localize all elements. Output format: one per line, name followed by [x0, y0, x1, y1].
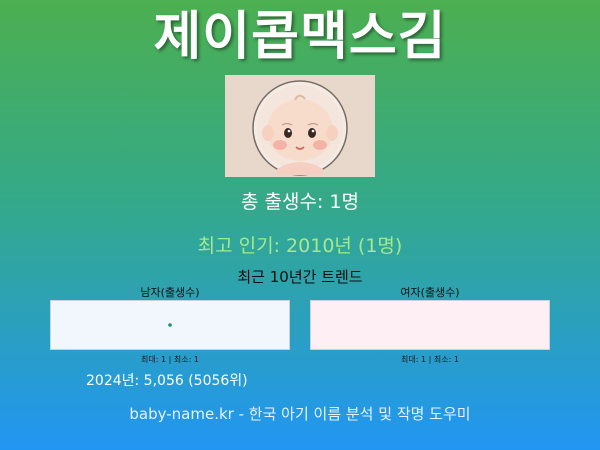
- male-data-point: [168, 323, 172, 327]
- most-popular-year: 최고 인기: 2010년 (1명): [197, 235, 403, 257]
- baby-face-icon: [225, 75, 375, 177]
- female-chart-stats: 최대: 1 | 최소: 1: [401, 355, 459, 364]
- female-trend-chart: [310, 300, 550, 350]
- male-trend-chart: [50, 300, 290, 350]
- site-footer: baby-name.kr - 한국 아기 이름 분석 및 작명 도우미: [129, 405, 471, 423]
- baby-name-title: 제이콥맥스김: [153, 7, 447, 67]
- year-summary: 2024년: 5,056 (5056위): [86, 373, 248, 389]
- baby-illustration: [225, 75, 375, 177]
- female-chart-svg: [311, 301, 549, 349]
- female-chart-label: 여자(출생수): [400, 286, 460, 299]
- total-births: 총 출생수: 1명: [241, 191, 359, 213]
- male-chart-svg: [168, 323, 172, 327]
- male-chart-label: 남자(출생수): [140, 286, 200, 299]
- male-chart-stats: 최대: 1 | 최소: 1: [141, 355, 199, 364]
